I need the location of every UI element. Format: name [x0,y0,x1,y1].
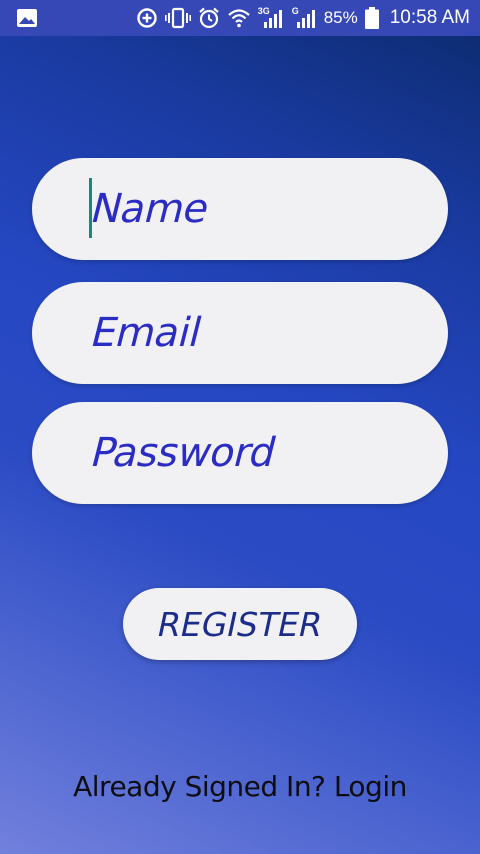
password-input[interactable]: Password [32,402,448,504]
signal-g-icon: G [291,4,317,32]
name-input[interactable]: Name [32,158,448,260]
battery-icon [364,7,379,29]
alarm-icon [198,7,220,29]
image-icon [16,8,38,28]
status-bar: 3G G 85% 10:58 AM [0,0,480,36]
password-placeholder: Password [86,430,281,476]
vibrate-icon [164,7,191,29]
wifi-icon [227,7,251,29]
login-link[interactable]: Already Signed In? Login [0,770,480,803]
register-button-label: REGISTER [153,604,327,644]
battery-percent: 85% [323,8,358,27]
data-saver-icon [136,7,158,29]
register-button[interactable]: REGISTER [123,588,357,660]
signal-3g-icon: 3G [258,4,284,32]
email-input[interactable]: Email [32,282,448,384]
name-placeholder: Name [86,186,214,232]
email-placeholder: Email [86,310,207,356]
clock-time: 10:58 AM [389,7,470,28]
